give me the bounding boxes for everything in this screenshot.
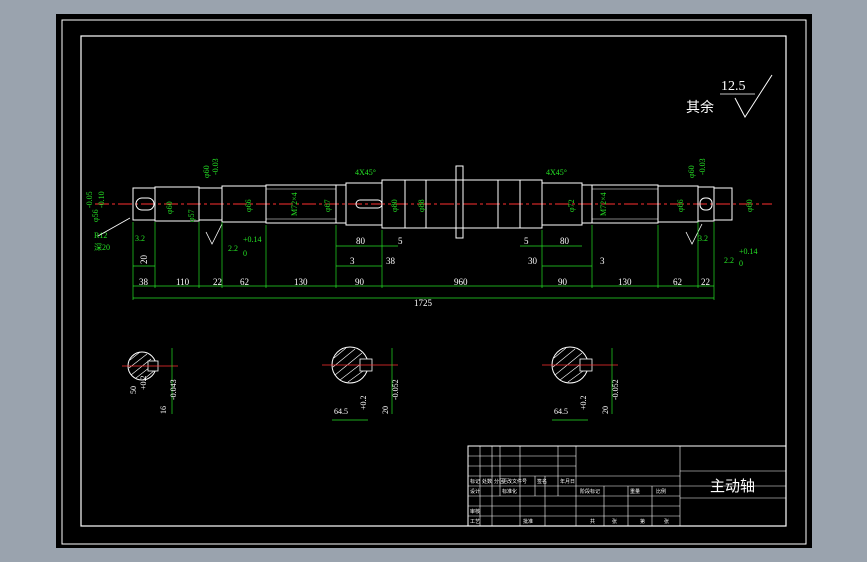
roughness-value: 12.5: [721, 79, 746, 94]
note-r32-right: 3.2: [698, 234, 708, 243]
note-keydepth-left-low: 0: [243, 249, 247, 258]
dim-upper-1: 80: [356, 236, 366, 246]
dim-lower-3: 62: [240, 277, 249, 287]
label-d60-right-tol: -0.03: [698, 158, 707, 175]
label-spline-left: M72×4: [290, 192, 299, 216]
title-label-1: 标准化: [502, 488, 517, 495]
title-label-4: 比例: [656, 488, 666, 495]
dim-lower-10: 22: [701, 277, 710, 287]
label-d56-tol-bot: -0.10: [97, 191, 106, 208]
title-label-7: 批准: [523, 518, 533, 525]
drawing-sheet: [56, 14, 812, 548]
label-d66-right: φ66: [676, 199, 685, 212]
part-name: 主动轴: [710, 477, 755, 495]
title-row-0: 标记: [470, 478, 480, 485]
label-d60-tol: -0.03: [211, 158, 220, 175]
title-label-5: 审核: [470, 508, 480, 515]
dim-total: 1725: [414, 298, 433, 308]
title-row-3: 更改文件号: [502, 478, 527, 485]
title-row-5: 年月日: [560, 478, 575, 485]
dim-mid-1: 38: [386, 256, 396, 266]
dim-upper-0: 20: [139, 255, 149, 265]
title-row-4: 签名: [537, 478, 547, 485]
label-d88: φ88: [417, 199, 426, 212]
section-1-width-tol: -0.043: [169, 379, 178, 400]
label-d72: φ72: [567, 199, 576, 212]
chamfer-right: 4X45°: [546, 168, 567, 177]
note-keydepth-right: 2.2: [724, 256, 734, 265]
section-2-depth: 64.5: [334, 407, 348, 416]
note-r32-left: 3.2: [135, 234, 145, 243]
section-2-depth-tol: +0.2: [359, 395, 368, 410]
label-d66: φ66: [244, 199, 253, 212]
section-3-depth-tol: +0.2: [579, 395, 588, 410]
dim-lower-8: 130: [618, 277, 632, 287]
section-1-depth-tol: +0.2: [139, 375, 148, 390]
dim-lower-2: 22: [213, 277, 222, 287]
label-d67: φ67: [323, 199, 332, 212]
title-label-3: 重量: [630, 488, 640, 495]
cad-drawing: 其余 12.5 φ56 -0.05 -0.10 φ60 -0.03 φ60 φ5…: [56, 14, 812, 548]
title-row-1: 处数: [482, 478, 492, 485]
section-3-width: 20: [601, 406, 610, 414]
dim-mid-3: 3: [600, 256, 605, 266]
title-label-11: 张: [664, 518, 669, 525]
section-1-width: 16: [159, 406, 168, 414]
note-keydepth-left-tol: +0.14: [243, 235, 262, 244]
title-label-6: 工艺: [470, 519, 480, 525]
section-2-width: 20: [381, 406, 390, 414]
label-d80: φ80: [390, 199, 399, 212]
label-d60a: φ60: [165, 201, 174, 214]
label-d60-right: φ60: [687, 165, 696, 178]
note-r12: R12: [94, 231, 107, 240]
label-d57: φ57: [187, 209, 196, 222]
title-label-0: 设计: [470, 488, 480, 495]
dim-upper-3: 5: [524, 236, 529, 246]
section-1-depth: 50: [129, 386, 138, 394]
dim-lower-6: 960: [454, 277, 468, 287]
section-3-width-tol: -0.052: [611, 379, 620, 400]
title-label-10: 第: [640, 518, 645, 525]
note-slot: 深20: [94, 243, 110, 252]
label-d56-tol-top: -0.05: [85, 191, 94, 208]
section-3-depth: 64.5: [554, 407, 568, 416]
note-keydepth-right-tol: +0.14: [739, 247, 758, 256]
dim-upper-4: 80: [560, 236, 570, 246]
title-label-8: 共: [590, 518, 595, 525]
title-label-9: 张: [612, 518, 617, 525]
dim-lower-5: 90: [355, 277, 365, 287]
section-2-width-tol: -0.052: [391, 379, 400, 400]
dim-lower-9: 62: [673, 277, 682, 287]
roughness-label: 其余: [686, 99, 714, 116]
title-label-2: 阶段标记: [580, 488, 600, 495]
dim-mid-2: 30: [528, 256, 538, 266]
label-d60b: φ60: [202, 165, 211, 178]
label-d60-end: φ60: [745, 199, 754, 212]
note-keydepth-right-low: 0: [739, 259, 743, 268]
dim-upper-2: 5: [398, 236, 403, 246]
label-d56: φ56: [91, 209, 100, 222]
label-spline-right: M72×4: [599, 192, 608, 216]
dim-lower-7: 90: [558, 277, 568, 287]
dim-lower-1: 110: [176, 277, 190, 287]
dim-mid-0: 3: [350, 256, 355, 266]
chamfer-left: 4X45°: [355, 168, 376, 177]
note-keydepth-left: 2.2: [228, 244, 238, 253]
dim-lower-4: 130: [294, 277, 308, 287]
dim-lower-0: 38: [139, 277, 149, 287]
